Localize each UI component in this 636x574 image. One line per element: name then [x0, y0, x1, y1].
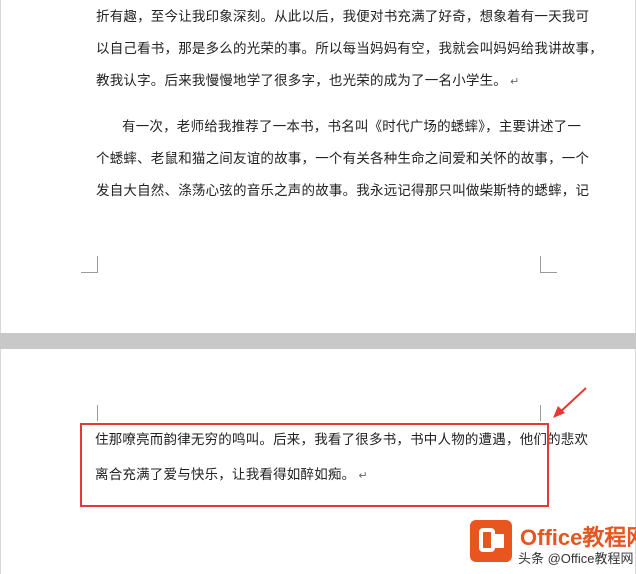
text-line: 个蟋蟀、老鼠和猫之间友谊的故事，一个有关各种生命之间爱和关怀的故事，一个 — [96, 151, 590, 167]
margin-corner-mark — [540, 256, 557, 273]
office-logo-icon — [470, 520, 512, 562]
highlight-box — [80, 423, 549, 507]
text-line: 教我认字。后来我慢慢地学了很多字，也光荣的成为了一名小学生。 ↵ — [96, 72, 519, 91]
margin-corner-mark — [81, 405, 98, 421]
watermark-subtitle: 头条 @Office教程网 — [518, 551, 634, 566]
text-line: 折有趣，至今让我印象深刻。从此以后，我便对书充满了好奇，想象着有一天我可 — [96, 9, 590, 25]
paragraph-mark-icon: ↵ — [510, 75, 520, 88]
text-line: 发自大自然、涤荡心弦的音乐之声的故事。我永远记得那只叫做柴斯特的蟋蟀，记 — [96, 183, 590, 199]
page-break-gap — [0, 333, 636, 349]
document-page-upper: 折有趣，至今让我印象深刻。从此以后，我便对书充满了好奇，想象着有一天我可 以自己… — [0, 0, 636, 333]
watermark: Office教程网 头条 @Office教程网 — [470, 518, 636, 570]
text-line: 有一次，老师给我推荐了一本书，书名叫《时代广场的蟋蟀》，主要讲述了一 — [122, 119, 582, 135]
text-span: 教我认字。后来我慢慢地学了很多字，也光荣的成为了一名小学生。 — [96, 73, 507, 89]
margin-corner-mark — [81, 256, 98, 273]
annotation-arrow-icon — [553, 387, 587, 418]
text-line: 以自己看书，那是多么的光荣的事。所以每当妈妈有空，我就会叫妈妈给我讲故事， — [96, 41, 603, 57]
